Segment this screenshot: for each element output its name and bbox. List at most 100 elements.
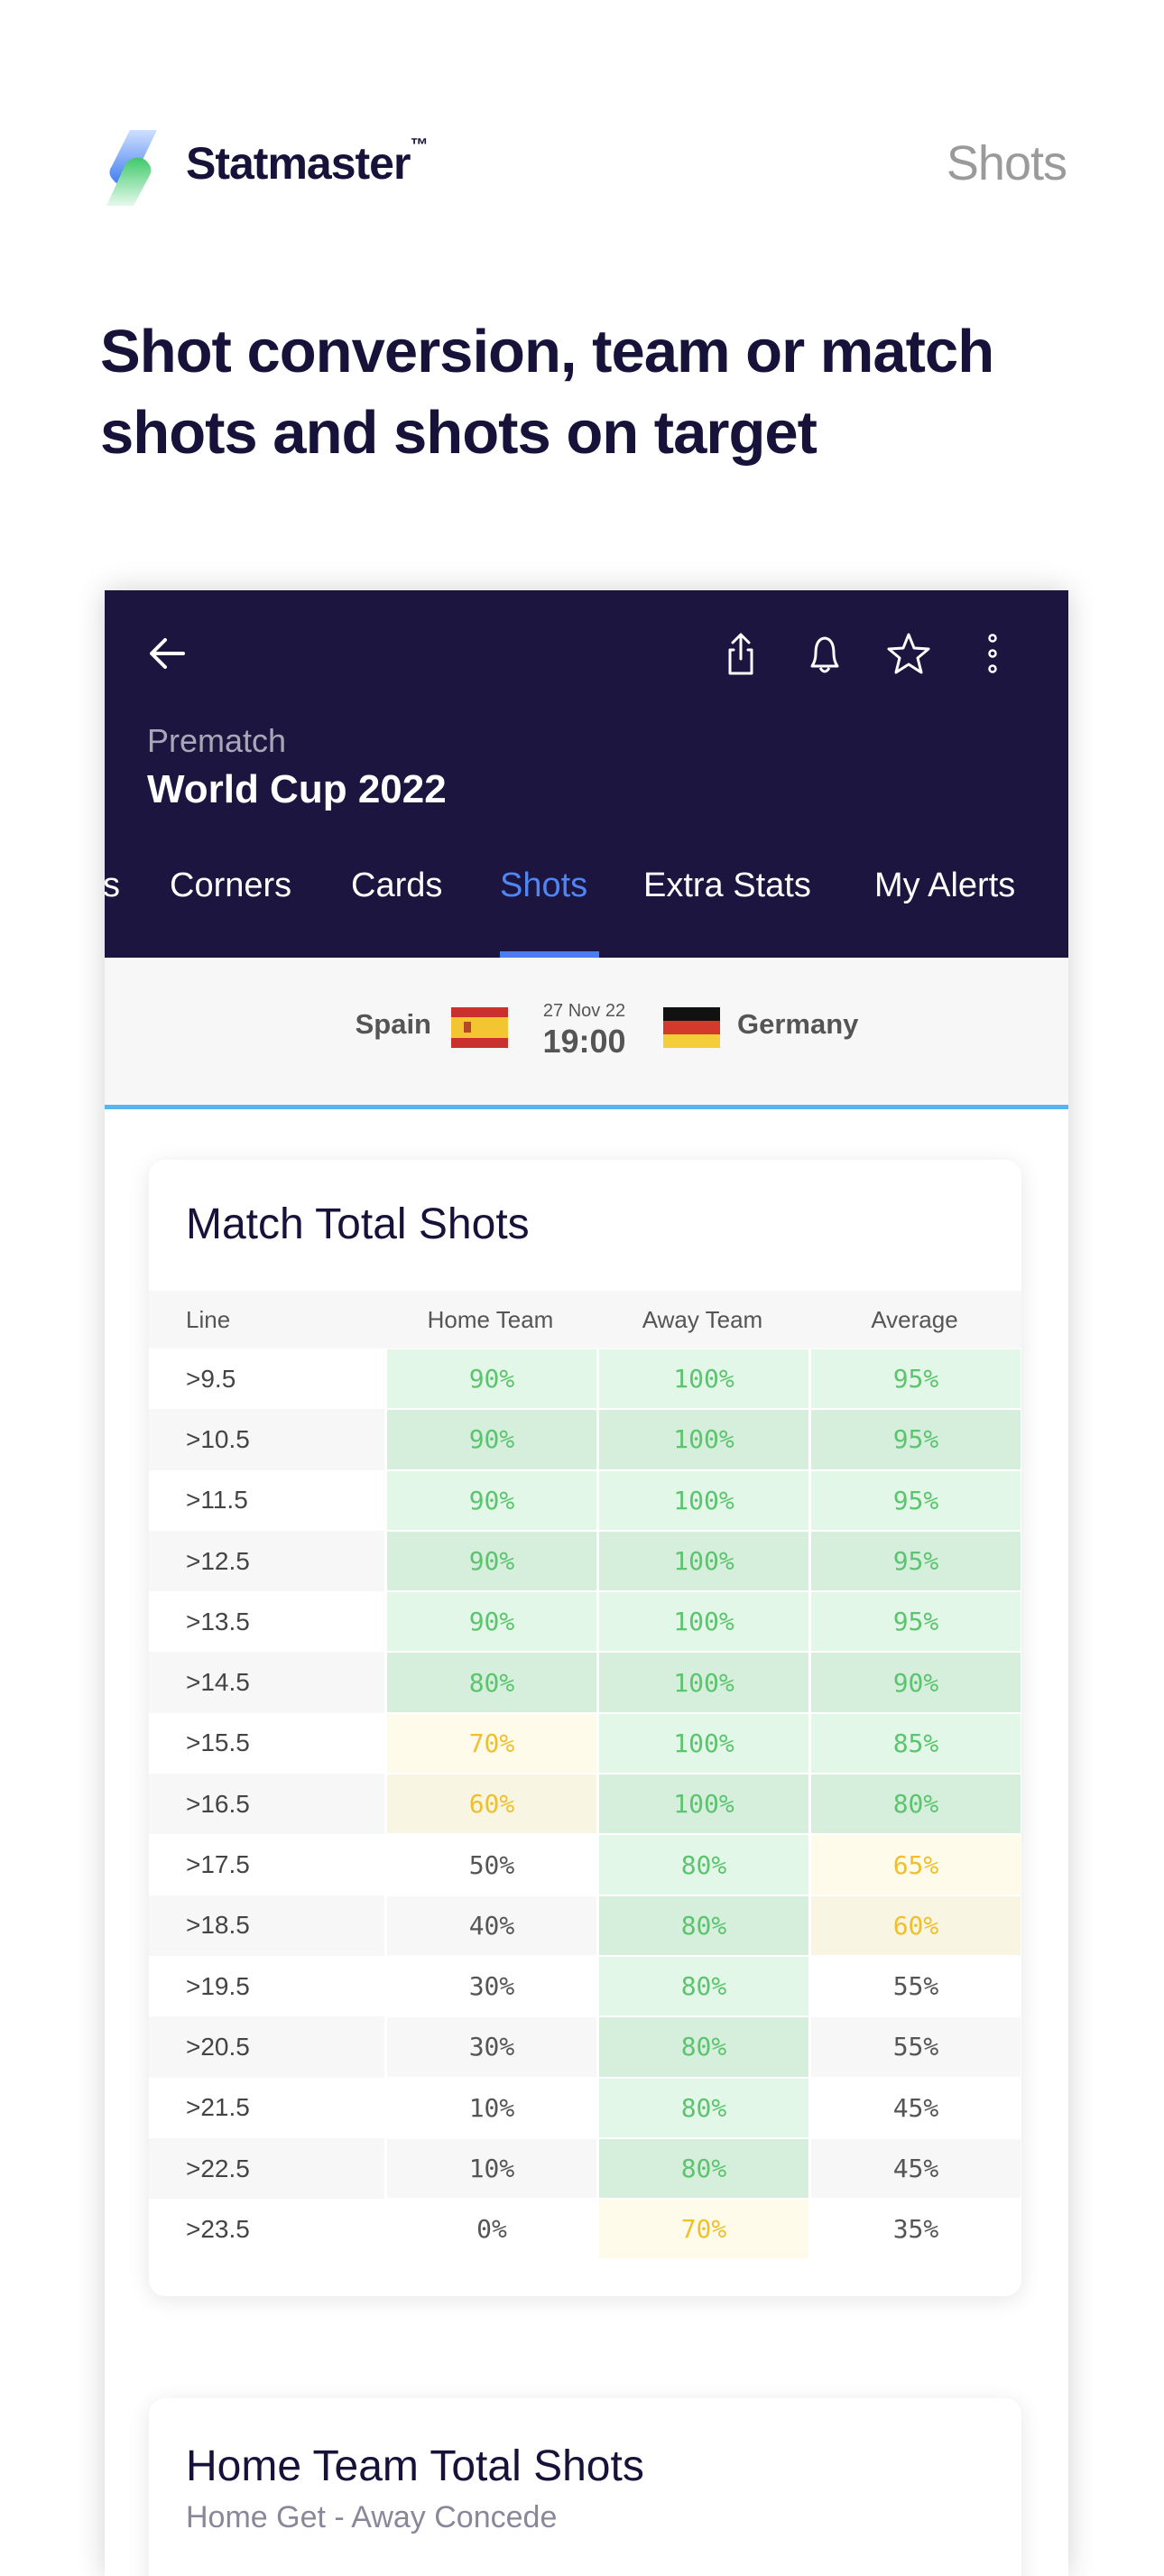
tab-shots[interactable]: Shots [500,866,587,905]
brand-name: Statmaster™ [186,135,428,190]
away-cell: 100% [596,1774,808,1835]
phone-screen: Prematch World Cup 2022 s Corners Cards … [105,590,1068,2576]
home-team-name: Spain [355,1008,431,1040]
table-row: >12.5 90% 100% 95% [149,1530,1021,1592]
match-status: Prematch [147,722,287,759]
away-cell: 100% [596,1469,808,1531]
line-cell: >11.5 [149,1469,384,1531]
line-cell: >18.5 [149,1895,384,1956]
away-cell: 70% [596,2199,808,2260]
away-team-name: Germany [737,1008,859,1040]
logo-icon [106,130,157,206]
away-cell: 100% [596,1530,808,1592]
home-cell: 60% [384,1774,596,1835]
away-cell: 100% [596,1591,808,1653]
line-cell: >9.5 [149,1348,384,1410]
tab-extra-stats[interactable]: Extra Stats [643,866,811,905]
average-cell: 95% [808,1348,1021,1410]
home-team-total-shots-card: Home Team Total Shots Home Get - Away Co… [149,2398,1021,2576]
card-subtitle: Home Get - Away Concede [186,2500,558,2534]
home-cell: 70% [384,1712,596,1774]
line-cell: >10.5 [149,1409,384,1470]
home-cell: 90% [384,1469,596,1531]
average-cell: 80% [808,1774,1021,1835]
spain-flag-icon [451,1007,508,1048]
column-header-average: Average [871,1305,958,1333]
home-cell: 30% [384,1955,596,2017]
shots-table: Line Home Team Away Team Average >9.5 90%… [149,1291,1021,2260]
germany-flag-icon [663,1007,720,1048]
table-row: >10.5 90% 100% 95% [149,1409,1021,1470]
home-cell: 50% [384,1834,596,1895]
tab-cards[interactable]: Cards [351,866,442,905]
competition-title: World Cup 2022 [147,767,447,811]
table-row: >19.5 30% 80% 55% [149,1955,1021,2017]
tab-partial[interactable]: s [105,866,120,905]
table-row: >21.5 10% 80% 45% [149,2077,1021,2138]
average-cell: 95% [808,1409,1021,1470]
match-info-bar: Spain 27 Nov 22 19:00 Germany [105,958,1068,1109]
away-cell: 100% [596,1652,808,1713]
trademark: ™ [410,135,428,155]
line-cell: >14.5 [149,1652,384,1713]
away-cell: 80% [596,2016,808,2078]
table-row: >23.5 0% 70% 35% [149,2199,1021,2260]
average-cell: 55% [808,2016,1021,2078]
away-cell: 80% [596,1955,808,2017]
column-header-home: Home Team [427,1305,554,1333]
line-cell: >22.5 [149,2137,384,2200]
average-cell: 55% [808,1955,1021,2017]
away-cell: 80% [596,1895,808,1956]
home-cell: 80% [384,1652,596,1713]
average-cell: 85% [808,1712,1021,1774]
average-cell: 45% [808,2137,1021,2200]
average-cell: 60% [808,1895,1021,1956]
tab-corners[interactable]: Corners [170,866,291,905]
star-icon[interactable] [885,630,932,677]
home-cell: 40% [384,1895,596,1956]
away-cell: 80% [596,2137,808,2200]
table-row: >9.5 90% 100% 95% [149,1348,1021,1410]
home-cell: 90% [384,1591,596,1653]
away-cell: 80% [596,1834,808,1895]
away-cell: 100% [596,1712,808,1774]
home-cell: 90% [384,1530,596,1592]
tab-my-alerts[interactable]: My Alerts [874,866,1015,905]
table-row: >16.5 60% 100% 80% [149,1774,1021,1835]
average-cell: 90% [808,1652,1021,1713]
line-cell: >15.5 [149,1712,384,1774]
home-cell: 90% [384,1409,596,1470]
match-date: 27 Nov 22 [542,1001,626,1021]
table-row: >20.5 30% 80% 55% [149,2016,1021,2078]
home-cell: 30% [384,2016,596,2078]
home-cell: 90% [384,1348,596,1410]
table-row: >13.5 90% 100% 95% [149,1591,1021,1653]
more-vertical-icon[interactable] [969,630,1016,677]
back-arrow-icon[interactable] [143,630,190,677]
line-cell: >12.5 [149,1530,384,1592]
line-cell: >20.5 [149,2016,384,2078]
line-cell: >16.5 [149,1774,384,1835]
average-cell: 65% [808,1834,1021,1895]
card-title: Match Total Shots [186,1200,530,1248]
headline: Shot conversion, team or match shots and… [100,318,994,467]
home-cell: 10% [384,2077,596,2138]
bell-icon[interactable] [801,630,848,677]
away-cell: 80% [596,2077,808,2138]
card-title: Home Team Total Shots [186,2442,644,2490]
table-row: >11.5 90% 100% 95% [149,1469,1021,1531]
table-header: Line Home Team Away Team Average [149,1291,1021,1348]
statmaster-logo [94,126,166,206]
match-total-shots-card: Match Total Shots Line Home Team Away Te… [149,1160,1021,2296]
share-icon[interactable] [717,630,764,677]
home-cell: 10% [384,2137,596,2200]
active-tab-indicator [500,951,599,958]
table-body: >9.5 90% 100% 95% >10.5 90% 100% 95% >11.5 90% 100… [149,1348,1021,2260]
column-header-line: Line [186,1305,231,1333]
line-cell: >23.5 [149,2199,384,2260]
match-time: 19:00 [542,1023,626,1060]
line-cell: >19.5 [149,1955,384,2017]
table-row: >17.5 50% 80% 65% [149,1834,1021,1895]
line-cell: >17.5 [149,1834,384,1895]
away-cell: 100% [596,1348,808,1410]
